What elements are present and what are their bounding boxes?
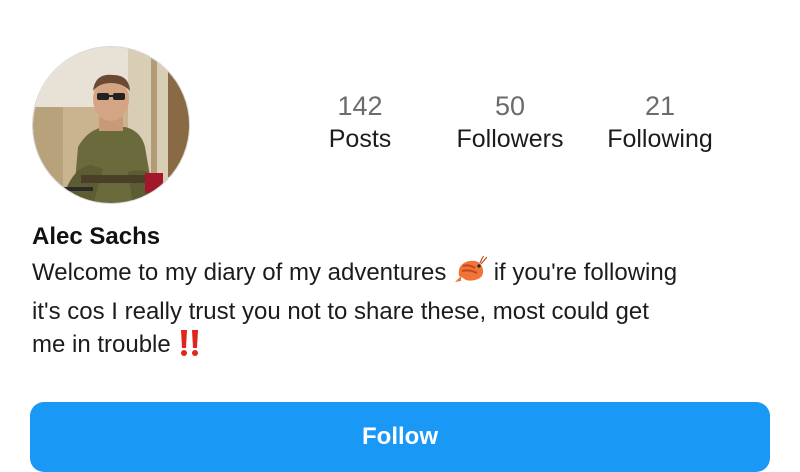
profile-photo — [33, 47, 189, 203]
following-label: Following — [607, 125, 713, 153]
profile-name: Alec Sachs — [32, 223, 161, 250]
posts-label: Posts — [328, 125, 392, 153]
followers-stat[interactable]: 50 Followers — [445, 90, 575, 156]
bio-text: me in trouble — [32, 331, 178, 358]
follow-button[interactable]: Follow — [30, 402, 770, 472]
profile-bio: Welcome to my diary of my adventures if … — [32, 255, 780, 367]
following-count: 21 — [644, 91, 676, 121]
followers-label: Followers — [456, 125, 564, 153]
shrimp-emoji-icon — [453, 255, 488, 295]
bio-text: if you're following — [487, 259, 678, 286]
posts-stat[interactable]: 142 Posts — [300, 90, 420, 156]
posts-count: 142 — [337, 91, 383, 121]
bio-text: it's cos I really trust you not to share… — [32, 298, 649, 325]
bio-text: Welcome to my diary of my adventures — [32, 259, 454, 286]
followers-count: 50 — [494, 91, 526, 121]
avatar[interactable] — [32, 46, 190, 204]
double-exclamation-icon — [177, 328, 203, 367]
profile-stats: 142 Posts 50 Followers 21 Following — [300, 90, 740, 170]
following-stat[interactable]: 21 Following — [595, 90, 725, 156]
